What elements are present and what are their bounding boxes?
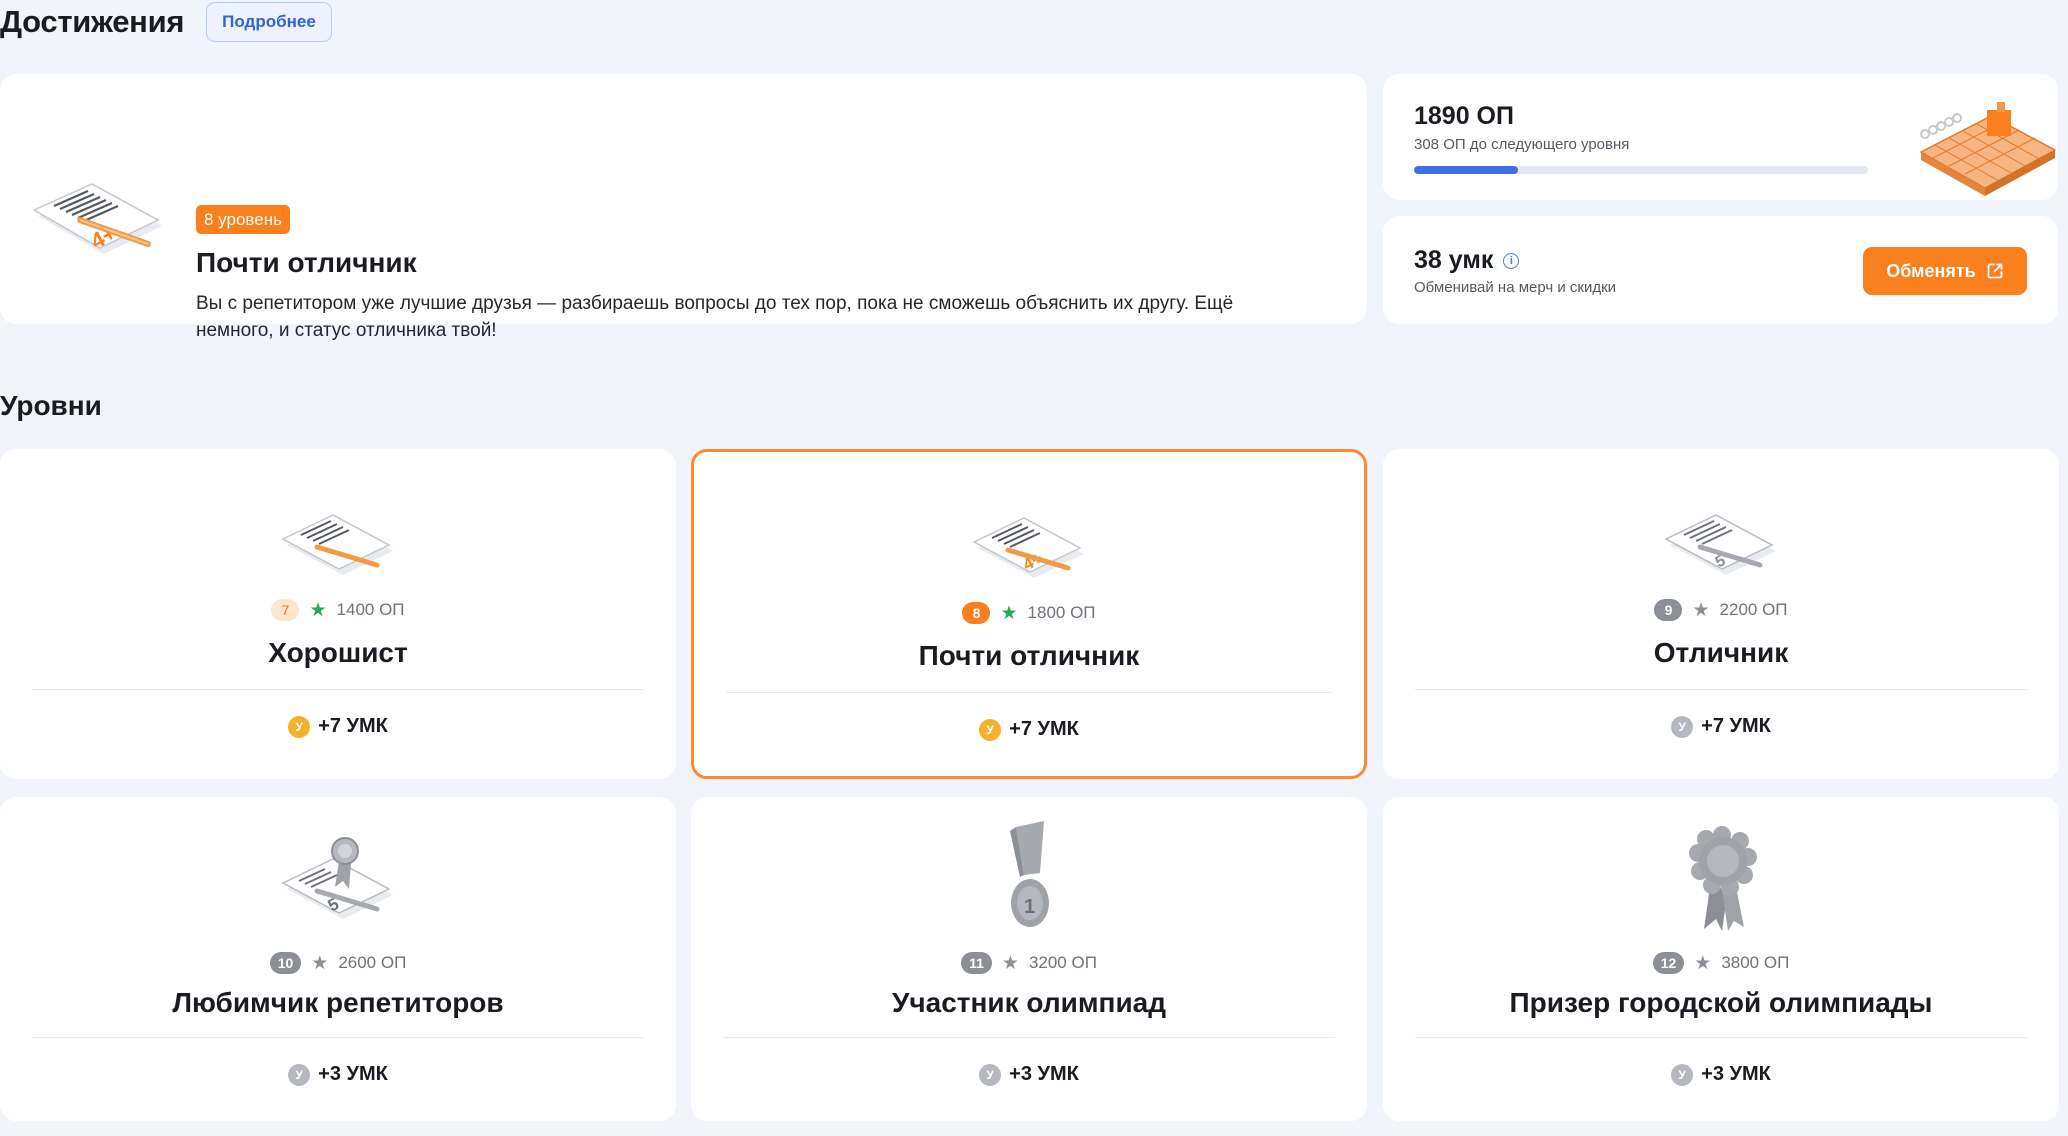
star-icon: ★ — [309, 599, 327, 621]
points-next-level: 308 ОП до следующего уровня — [1414, 136, 1630, 153]
umk-card: 38 умк i Обменивай на мерч и скидки Обме… — [1383, 216, 2058, 324]
umk-coin-icon: У — [979, 718, 1002, 741]
svg-text:1: 1 — [1024, 896, 1035, 918]
current-level-badge: 8 уровень — [196, 205, 290, 234]
level-meta: 12 ★ 3800 ОП — [1383, 952, 2059, 974]
level-card-7[interactable]: 7 ★ 1400 ОП Хорошист У +7 УМК — [0, 449, 676, 779]
header: Достижения Подробнее — [0, 0, 332, 44]
isometric-board-icon — [1919, 102, 2057, 196]
divider — [1415, 1037, 2027, 1038]
divider — [32, 689, 644, 690]
reward-label: +3 УМК — [1009, 1063, 1079, 1085]
level-reward: У +7 УМК — [1383, 715, 2059, 738]
level-name: Отличник — [1653, 637, 1789, 668]
external-link-icon — [1987, 263, 2003, 279]
umk-coin-icon: У — [288, 715, 311, 738]
level-points: 2200 ОП — [1719, 600, 1788, 619]
star-icon: ★ — [1692, 599, 1710, 621]
graded-paper-4plus-icon: 4+ — [972, 517, 1084, 578]
level-progress-bar — [1414, 166, 1868, 174]
level-meta: 11 ★ 3200 ОП — [691, 952, 1367, 974]
star-icon: ★ — [1001, 952, 1019, 974]
points-value: 1890 ОП — [1414, 102, 1514, 130]
level-name: Любимчик репетиторов — [172, 987, 504, 1018]
level-card-12[interactable]: 12 ★ 3800 ОП Призер городской олимпиады … — [1383, 797, 2059, 1121]
level-card-9[interactable]: 5 9 ★ 2200 ОП Отличник У +7 УМК — [1383, 449, 2059, 779]
divider — [32, 1037, 644, 1038]
star-icon: ★ — [1000, 602, 1018, 624]
level-reward: У +7 УМК — [0, 715, 676, 738]
level-name: Почти отличник — [918, 640, 1140, 671]
level-name: Хорошист — [268, 637, 408, 668]
reward-label: +3 УМК — [1701, 1063, 1771, 1085]
reward-label: +7 УМК — [1701, 715, 1771, 737]
umk-value: 38 умк — [1414, 246, 1494, 274]
info-icon[interactable]: i — [1503, 252, 1520, 269]
umk-coin-icon: У — [288, 1063, 311, 1086]
level-card-11[interactable]: 1 11 ★ 3200 ОП Участник олимпиад У +3 УМ… — [691, 797, 1367, 1121]
level-reward: У +3 УМК — [691, 1063, 1367, 1086]
level-number-badge: 7 — [271, 599, 300, 621]
current-level-card: 4+ 8 уровень Почти отличник Вы с репетит… — [0, 74, 1367, 341]
reward-label: +7 УМК — [318, 715, 388, 737]
level-number-badge: 9 — [1654, 599, 1683, 621]
level-reward: У +3 УМК — [0, 1063, 676, 1086]
level-meta: 8 ★ 1800 ОП — [694, 602, 1364, 624]
level-progress-fill — [1414, 166, 1519, 174]
level-number-badge: 10 — [269, 952, 302, 974]
current-level-description: Вы с репетитором уже лучшие друзья — раз… — [196, 293, 1234, 341]
level-meta: 7 ★ 1400 ОП — [0, 599, 676, 621]
rosette-icon — [1689, 826, 1757, 931]
exchange-button-label: Обменять — [1886, 260, 1976, 281]
divider — [1415, 689, 2027, 690]
medal-icon: 1 — [1010, 821, 1049, 927]
level-points: 1800 ОП — [1027, 603, 1096, 622]
more-button[interactable]: Подробнее — [206, 2, 332, 42]
umk-coin-icon: У — [1671, 1063, 1694, 1086]
level-reward: У +3 УМК — [1383, 1063, 2059, 1086]
level-points: 3200 ОП — [1028, 953, 1097, 972]
level-points: 3800 ОП — [1721, 953, 1790, 972]
level-meta: 9 ★ 2200 ОП — [1383, 599, 2059, 621]
exchange-button[interactable]: Обменять — [1863, 247, 2027, 295]
paper-ribbon-icon: 5 — [281, 837, 393, 919]
level-number-badge: 12 — [1652, 952, 1685, 974]
level-card-10[interactable]: 5 10 ★ 2600 ОП Любимчик репетиторов У +3… — [0, 797, 676, 1121]
level-name: Призер городской олимпиады — [1509, 987, 1933, 1018]
reward-label: +3 УМК — [318, 1063, 388, 1085]
divider — [726, 692, 1332, 693]
level-points: 2600 ОП — [338, 953, 407, 972]
current-level-title: Почти отличник — [196, 247, 417, 278]
points-card: 1890 ОП 308 ОП до следующего уровня — [1383, 74, 2058, 200]
level-number-badge: 8 — [962, 602, 991, 624]
reward-label: +7 УМК — [1009, 718, 1079, 740]
umk-coin-icon: У — [1671, 715, 1694, 738]
level-number-badge: 11 — [961, 952, 992, 974]
graded-paper-5-icon: 5 — [1664, 514, 1776, 575]
graded-paper-4plus-icon: 4+ — [32, 183, 162, 254]
level-meta: 10 ★ 2600 ОП — [0, 952, 676, 974]
umk-coin-icon: У — [979, 1063, 1002, 1086]
divider — [723, 1037, 1335, 1038]
umk-subtitle: Обменивай на мерч и скидки — [1414, 279, 1617, 296]
level-reward: У +7 УМК — [694, 718, 1364, 741]
star-icon: ★ — [1694, 952, 1712, 974]
graded-paper-icon — [281, 514, 393, 575]
star-icon: ★ — [311, 952, 329, 974]
page-title: Достижения — [0, 4, 185, 39]
levels-section-title: Уровни — [0, 390, 102, 421]
level-points: 1400 ОП — [336, 600, 405, 619]
level-card-8[interactable]: 4+ 8 ★ 1800 ОП Почти отличник У +7 УМК — [691, 449, 1367, 779]
level-name: Участник олимпиад — [891, 987, 1167, 1018]
